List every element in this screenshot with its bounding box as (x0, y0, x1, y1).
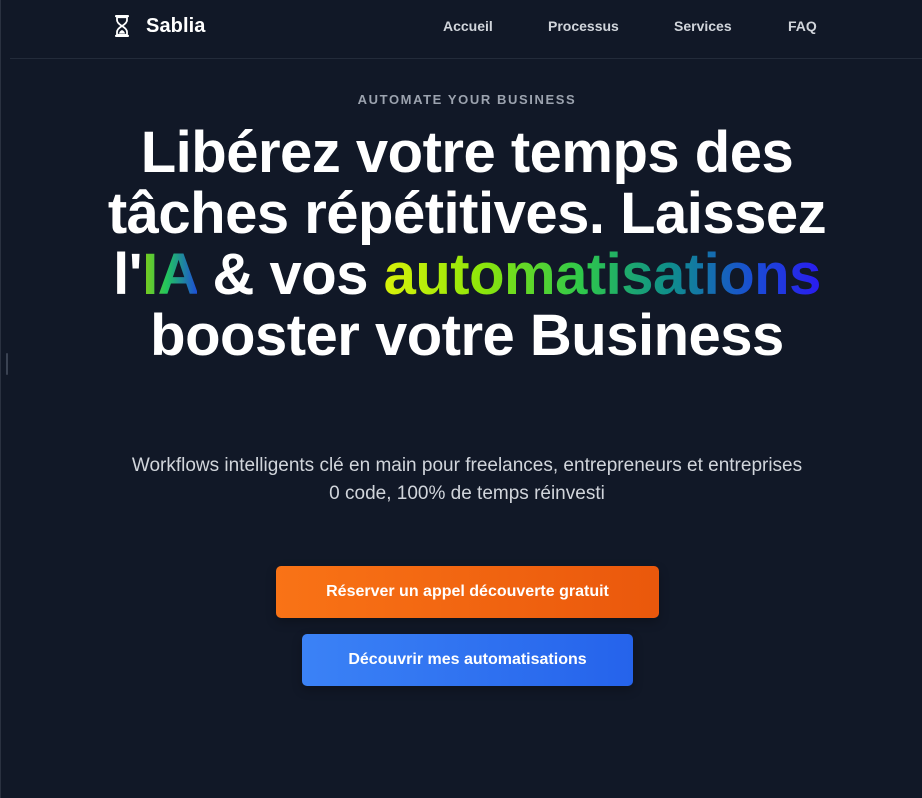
site-header: Sablia Accueil Processus Services FAQ (10, 0, 922, 59)
nav-link-processus[interactable]: Processus (548, 18, 619, 34)
scroll-handle[interactable] (6, 353, 8, 375)
hero-subtitle-line-2: 0 code, 100% de temps réinvesti (329, 483, 605, 504)
hero-subtitle: Workflows intelligents clé en main pour … (120, 452, 814, 508)
nav-link-faq[interactable]: FAQ (788, 18, 817, 34)
book-call-button[interactable]: Réserver un appel découverte gratuit (276, 566, 659, 618)
headline-highlight-automatisations: automatisations (383, 242, 822, 307)
window-left-edge (0, 0, 1, 798)
hourglass-icon (114, 13, 130, 39)
nav-link-services[interactable]: Services (674, 18, 732, 34)
headline-text-2: & vos (196, 242, 384, 307)
hero-subtitle-line-1: Workflows intelligents clé en main pour … (131, 455, 803, 476)
headline-text-3: booster votre Business (150, 303, 784, 368)
discover-automations-button[interactable]: Découvrir mes automatisations (302, 634, 633, 686)
hero-eyebrow: AUTOMATE YOUR BUSINESS (357, 92, 577, 107)
hero-headline: Libérez votre temps des tâches répétitiv… (80, 122, 854, 366)
nav-link-accueil[interactable]: Accueil (443, 18, 493, 34)
brand-name: Sablia (146, 14, 206, 37)
brand-logo[interactable]: Sablia (114, 12, 206, 40)
headline-highlight-ia: IA (142, 242, 197, 307)
